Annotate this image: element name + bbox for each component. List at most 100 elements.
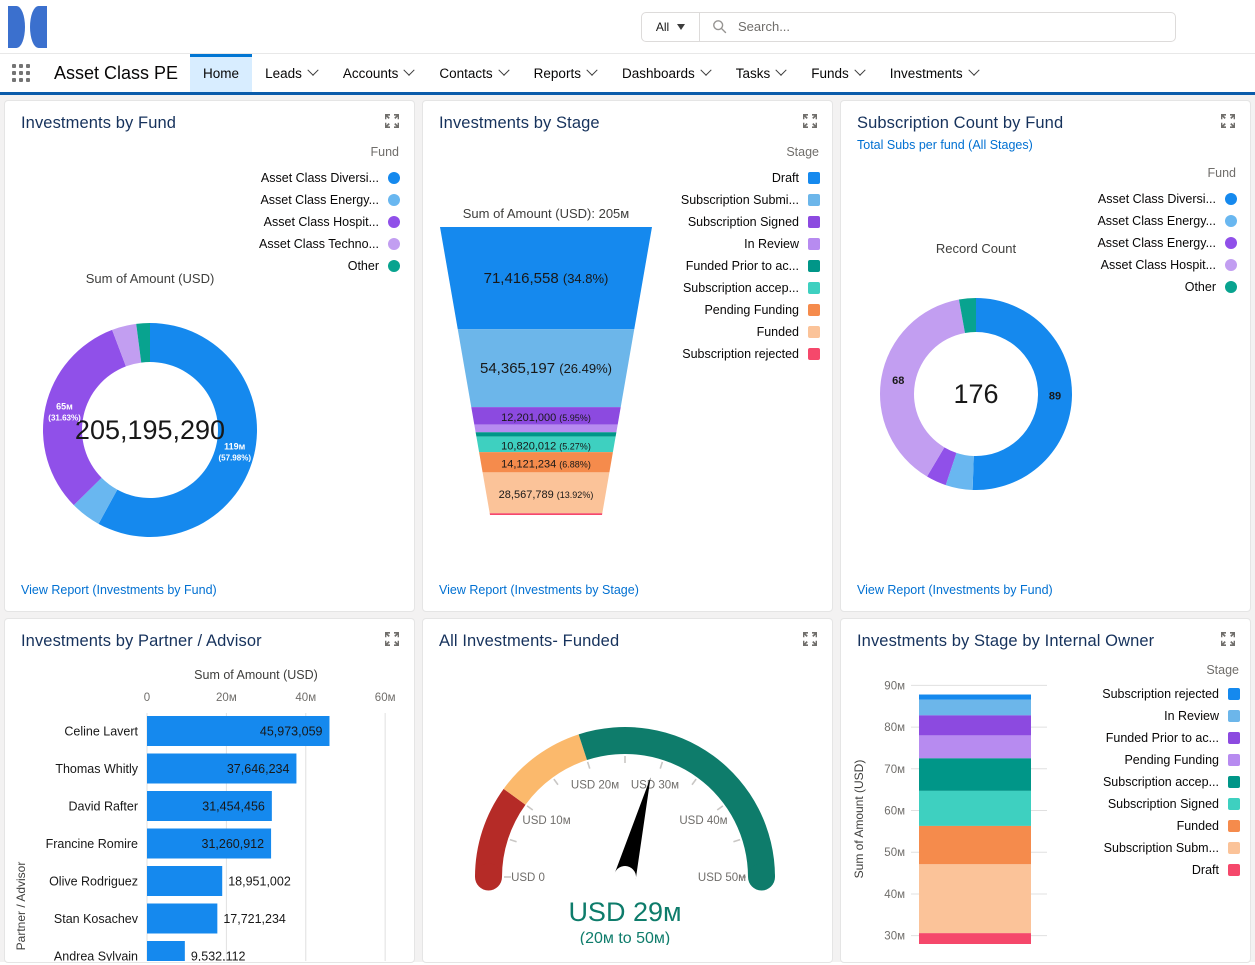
nav-item-funds[interactable]: Funds (798, 54, 877, 92)
funnel-segment-label: 10,820,012 (5.27%) (501, 440, 591, 452)
legend-item[interactable]: Asset Class Energy... (1057, 210, 1237, 232)
expand-icon[interactable] (802, 631, 818, 647)
bar-value-label: 17,721,234 (223, 912, 286, 926)
nav-item-contacts[interactable]: Contacts (426, 54, 520, 92)
stacked-bar-segment[interactable] (919, 758, 1031, 791)
nav-item-list: HomeLeads Accounts Contacts Reports Dashboar… (190, 54, 991, 92)
stacked-bar-segment[interactable] (919, 715, 1031, 735)
donut-slice[interactable] (880, 300, 965, 477)
nav-item-investments[interactable]: Investments (877, 54, 991, 92)
nav-item-dashboards[interactable]: Dashboards (609, 54, 723, 92)
nav-item-home[interactable]: Home (190, 54, 252, 92)
expand-icon[interactable] (384, 631, 400, 647)
legend-color-swatch (1228, 710, 1240, 722)
gauge-band-cap (475, 864, 502, 891)
gauge-band (579, 727, 775, 877)
legend-item[interactable]: Asset Class Energy... (220, 189, 400, 211)
view-report-link[interactable]: View Report (Investments by Fund) (857, 583, 1053, 597)
legend-item[interactable]: Draft (1040, 859, 1240, 881)
legend-item-label: Draft (772, 171, 799, 185)
chevron-down-icon (968, 65, 979, 76)
nav-item-label: Accounts (343, 66, 399, 81)
bar-value-label: 9,532,112 (191, 950, 246, 962)
dashboard-row-1: Investments by Fund Fund Asset Class Div… (4, 100, 1251, 612)
nav-item-tasks[interactable]: Tasks (723, 54, 799, 92)
expand-icon[interactable] (1220, 631, 1236, 647)
card-investments-by-stage: Investments by Stage Stage DraftSubscrip… (422, 100, 833, 612)
gauge-needle (614, 777, 650, 879)
bar-category-label: Celine Lavert (64, 725, 138, 739)
legend-item[interactable]: Pending Funding (1040, 749, 1240, 771)
chevron-down-icon (586, 65, 597, 76)
funnel-segment[interactable] (476, 432, 617, 436)
funnel-segment[interactable] (474, 425, 617, 433)
stacked-bar-segment[interactable] (919, 826, 1031, 864)
stacked-bar-segment[interactable] (919, 791, 1031, 826)
bar[interactable] (147, 904, 217, 934)
search-input[interactable] (727, 18, 1175, 35)
legend-item-label: In Review (1164, 709, 1219, 723)
stacked-bar-segment[interactable] (919, 735, 1031, 758)
legend-color-swatch (1228, 820, 1240, 832)
x-axis-tick: 20м (216, 692, 237, 704)
legend-color-swatch (808, 238, 820, 250)
legend-item[interactable]: Subscription Signed (1040, 793, 1240, 815)
funnel-segment[interactable] (490, 513, 603, 515)
legend-item[interactable]: Asset Class Hospit... (220, 211, 400, 233)
legend-item-label: Funded (1177, 819, 1219, 833)
legend-item[interactable]: Subscription Subm... (1040, 837, 1240, 859)
nav-item-leads[interactable]: Leads (252, 54, 330, 92)
y-axis-tick: 70м (884, 764, 905, 776)
legend-item[interactable]: Funded Prior to ac... (1040, 727, 1240, 749)
search-scope-selector[interactable]: All (642, 13, 700, 41)
app-launcher-waffle-icon[interactable] (0, 54, 42, 92)
legend-item-label: Other (1185, 280, 1216, 294)
legend-item[interactable]: Asset Class Diversi... (220, 167, 400, 189)
legend-title: Stage (630, 145, 820, 159)
legend-color-swatch (388, 216, 400, 228)
legend-item[interactable]: In Review (1040, 705, 1240, 727)
chevron-down-icon (677, 24, 685, 30)
view-report-link[interactable]: View Report (Investments by Stage) (439, 583, 639, 597)
legend-item-label: Funded Prior to ac... (1106, 731, 1219, 745)
legend-item[interactable]: Subscription rejected (1040, 683, 1240, 705)
global-search[interactable]: All (641, 12, 1176, 42)
legend-item-label: Draft (1192, 863, 1219, 877)
app-navigation-bar: Asset Class PE HomeLeadsAccountsContacts… (0, 54, 1255, 95)
bar[interactable] (147, 866, 222, 896)
expand-icon[interactable] (1220, 113, 1236, 129)
legend-item[interactable]: Funded (1040, 815, 1240, 837)
nav-item-label: Reports (534, 66, 581, 81)
legend-item-label: Pending Funding (704, 303, 799, 317)
legend-item-label: Subscription Subm... (1104, 841, 1219, 855)
legend-item[interactable]: Draft (630, 167, 820, 189)
expand-icon[interactable] (802, 113, 818, 129)
view-report-link[interactable]: View Report (Investments by Fund) (21, 583, 217, 597)
bar-value-label: 45,973,059 (260, 725, 323, 739)
card-header: Investments by Stage (423, 101, 832, 133)
chart-subtitle: Record Count (851, 241, 1101, 256)
gauge-range-label: (20м to 50м) (580, 930, 670, 945)
bar-category-label: Andrea Sylvain (54, 950, 138, 962)
gauge-tick (510, 840, 517, 842)
bar-category-label: Stan Kosachev (54, 912, 139, 926)
donut-slice-percent: (57.98%) (219, 454, 252, 463)
page-title: Investments by Partner / Advisor (21, 632, 400, 651)
legend-item[interactable]: Asset Class Techno... (220, 233, 400, 255)
legend-color-swatch (808, 304, 820, 316)
expand-icon[interactable] (384, 113, 400, 129)
legend-color-swatch (808, 326, 820, 338)
stacked-bar-segment[interactable] (919, 700, 1031, 716)
legend-item[interactable]: Subscription accep... (1040, 771, 1240, 793)
card-investments-by-stage-by-owner: Investments by Stage by Internal Owner S… (840, 618, 1251, 963)
stacked-bar-segment[interactable] (919, 864, 1031, 933)
bar[interactable] (147, 941, 185, 961)
nav-item-reports[interactable]: Reports (521, 54, 609, 92)
gauge-value: USD 29м (568, 897, 681, 927)
stacked-bar-segment[interactable] (919, 695, 1031, 700)
nav-item-accounts[interactable]: Accounts (330, 54, 427, 92)
stacked-bar-segment[interactable] (919, 933, 1031, 944)
legend-item-label: Funded (757, 325, 799, 339)
legend-item[interactable]: Asset Class Diversi... (1057, 188, 1237, 210)
legend-item-label: Funded Prior to ac... (686, 259, 799, 273)
